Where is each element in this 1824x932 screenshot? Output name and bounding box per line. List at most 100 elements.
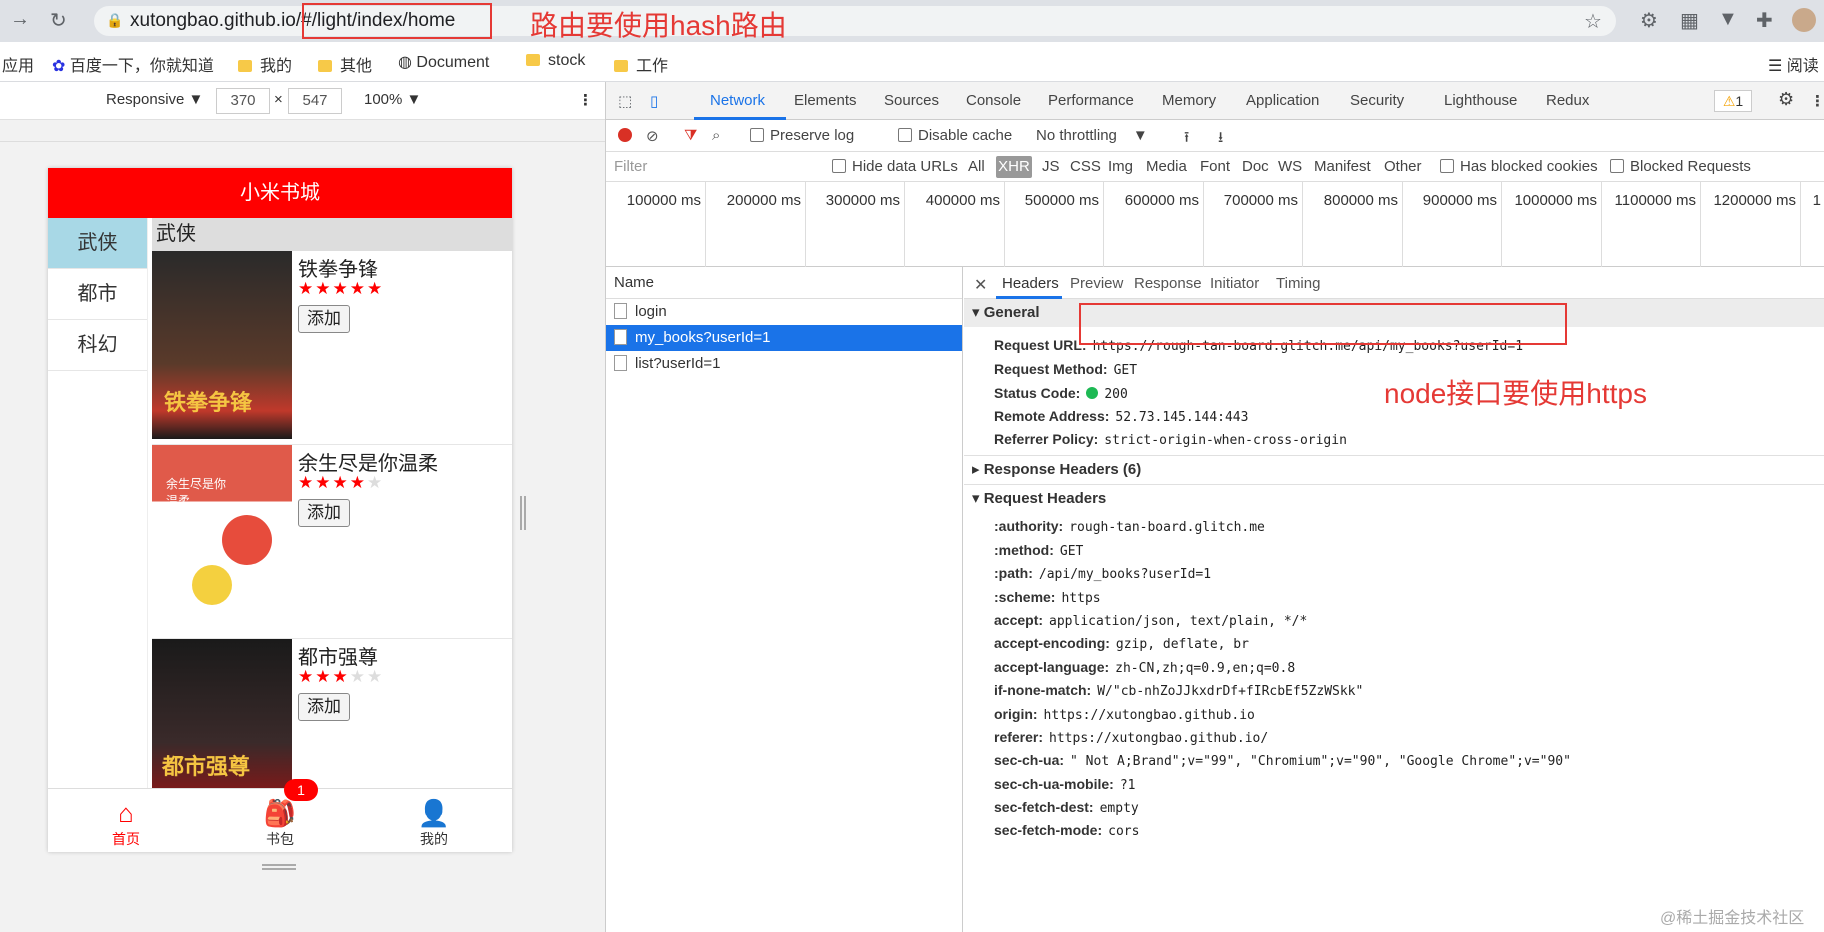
blocked-cookies-checkbox[interactable]: Has blocked cookies [1440, 158, 1598, 175]
response-headers-section[interactable]: ▸ Response Headers (6) [964, 455, 1824, 483]
add-button[interactable]: 添加 [298, 499, 350, 527]
tab-lighthouse[interactable]: Lighthouse [1444, 92, 1517, 109]
device-toolbar: Responsive ▼ 370 × 547 100% ▼ ⋮ [0, 82, 605, 120]
bookmark-other[interactable]: 其他 [318, 52, 372, 76]
tab-network[interactable]: Network [710, 92, 765, 109]
record-icon[interactable] [618, 128, 632, 142]
checkbox-label: Has blocked cookies [1460, 158, 1598, 175]
tab-memory[interactable]: Memory [1162, 92, 1216, 109]
request-row[interactable]: login [606, 299, 962, 325]
filter-media[interactable]: Media [1146, 158, 1187, 175]
tab-preview[interactable]: Preview [1070, 275, 1123, 292]
header-value: gzip, deflate, br [1115, 637, 1249, 652]
bookmark-label: 阅读 [1786, 58, 1819, 75]
bookmark-baidu[interactable]: ✿ 百度一下，你就知道 [52, 52, 214, 76]
tab-timing[interactable]: Timing [1276, 275, 1320, 292]
puzzle-icon[interactable]: ✚ [1756, 8, 1773, 33]
settings-icon[interactable]: ⚙ [1778, 89, 1794, 110]
filter-other[interactable]: Other [1384, 158, 1422, 175]
filter-font[interactable]: Font [1200, 158, 1230, 175]
reload-icon[interactable]: ↻ [50, 8, 67, 33]
browser-toolbar: → ↻ 🔒 ☆ xutongbao.github.io/#/light/inde… [0, 0, 1824, 42]
category-item[interactable]: 武侠 [48, 218, 147, 269]
tab-application[interactable]: Application [1246, 92, 1319, 109]
tab-sources[interactable]: Sources [884, 92, 939, 109]
throttling-select[interactable]: No throttling ▼ [1036, 127, 1148, 144]
tab-elements[interactable]: Elements [794, 92, 857, 109]
device-mode-select[interactable]: Responsive ▼ [106, 91, 203, 108]
filter-xhr[interactable]: XHR [996, 156, 1032, 178]
request-url-highlight [1079, 303, 1567, 345]
tab-headers[interactable]: Headers [1002, 275, 1059, 292]
resize-handle-bottom[interactable] [262, 864, 296, 870]
search-icon[interactable]: ⌕ [712, 127, 720, 144]
close-icon[interactable]: ✕ [974, 275, 987, 295]
bookmark-mine[interactable]: 我的 [238, 52, 292, 76]
bookmark-label: 百度一下，你就知道 [69, 58, 214, 75]
clear-icon[interactable]: ⊘ [646, 127, 659, 145]
request-header-row: origin: https://xutongbao.github.io [994, 706, 1255, 723]
triangle-down-icon: ▾ [972, 304, 984, 321]
filter-input[interactable]: Filter [614, 158, 647, 175]
watermark: @稀土掘金技术社区 [1660, 910, 1805, 927]
extension-icon[interactable]: ⚙ [1640, 8, 1658, 33]
filter-manifest[interactable]: Manifest [1314, 158, 1371, 175]
preserve-log-checkbox[interactable]: Preserve log [750, 127, 854, 144]
request-headers-section[interactable]: ▾ Request Headers [964, 484, 1824, 512]
warning-badge[interactable]: ⚠1 [1714, 90, 1752, 112]
waterfall-overview[interactable]: 100000 ms 200000 ms 300000 ms 400000 ms … [606, 182, 1824, 267]
timeline-tick: 200000 ms [706, 182, 806, 267]
inspect-icon[interactable]: ⬚ [618, 92, 632, 110]
add-button[interactable]: 添加 [298, 693, 350, 721]
tab-console[interactable]: Console [966, 92, 1021, 109]
star-icon[interactable]: ☆ [1584, 9, 1602, 34]
tab-bag[interactable]: 🎒 书包 [240, 797, 320, 849]
vue-icon[interactable]: ▼ [1718, 8, 1738, 31]
forward-icon[interactable]: → [10, 8, 30, 31]
height-input[interactable]: 547 [288, 88, 342, 114]
filter-img[interactable]: Img [1108, 158, 1133, 175]
filter-css[interactable]: CSS [1070, 158, 1101, 175]
category-item[interactable]: 科幻 [48, 320, 147, 371]
tab-performance[interactable]: Performance [1048, 92, 1134, 109]
request-row[interactable]: my_books?userId=1 [606, 325, 962, 351]
download-icon[interactable]: ⭳ [1218, 127, 1223, 152]
category-item[interactable]: 都市 [48, 269, 147, 320]
upload-icon[interactable]: ⭱ [1184, 127, 1189, 152]
blocked-requests-checkbox[interactable]: Blocked Requests [1610, 158, 1751, 175]
extension-icon-2[interactable]: ▦ [1680, 8, 1699, 33]
category-list: 武侠 都市 科幻 [48, 218, 148, 788]
hide-data-urls-checkbox[interactable]: Hide data URLs [832, 158, 958, 175]
bookmark-apps[interactable]: 应用 [2, 52, 34, 76]
more-icon[interactable]: ⋮ [1810, 92, 1824, 110]
tab-redux[interactable]: Redux [1546, 92, 1589, 109]
filter-icon[interactable]: ⧩ [684, 127, 697, 144]
tab-initiator[interactable]: Initiator [1210, 275, 1259, 292]
tab-security[interactable]: Security [1350, 92, 1404, 109]
filter-all[interactable]: All [968, 158, 985, 175]
filter-ws[interactable]: WS [1278, 158, 1302, 175]
bookmark-reading[interactable]: ☰ 阅读 [1768, 52, 1819, 76]
name-column-header[interactable]: Name [606, 267, 962, 299]
resize-handle-right[interactable] [520, 496, 526, 530]
request-row[interactable]: list?userId=1 [606, 351, 962, 377]
bookmark-work[interactable]: 工作 [614, 52, 668, 76]
width-input[interactable]: 370 [216, 88, 270, 114]
url-host: xutongbao.github.io [130, 10, 296, 31]
bottom-tab-bar: ⌂ 首页 🎒 书包 1 👤 我的 [48, 779, 512, 852]
add-button[interactable]: 添加 [298, 305, 350, 333]
bookmark-stock[interactable]: stock [526, 52, 585, 70]
folder-icon [318, 60, 332, 72]
bookmark-document[interactable]: ◍ Document [398, 52, 489, 72]
filter-doc[interactable]: Doc [1242, 158, 1269, 175]
disable-cache-checkbox[interactable]: Disable cache [898, 127, 1012, 144]
avatar[interactable] [1792, 8, 1816, 32]
tab-home[interactable]: ⌂ 首页 [86, 797, 166, 849]
zoom-select[interactable]: 100% ▼ [364, 91, 421, 108]
filter-bar: Filter Hide data URLs All XHR JS CSS Img… [606, 152, 1824, 182]
filter-js[interactable]: JS [1042, 158, 1060, 175]
device-toggle-icon[interactable]: ▯ [650, 92, 658, 110]
tab-mine[interactable]: 👤 我的 [394, 797, 474, 849]
tab-response[interactable]: Response [1134, 275, 1202, 292]
more-options-icon[interactable]: ⋮ [578, 91, 593, 109]
